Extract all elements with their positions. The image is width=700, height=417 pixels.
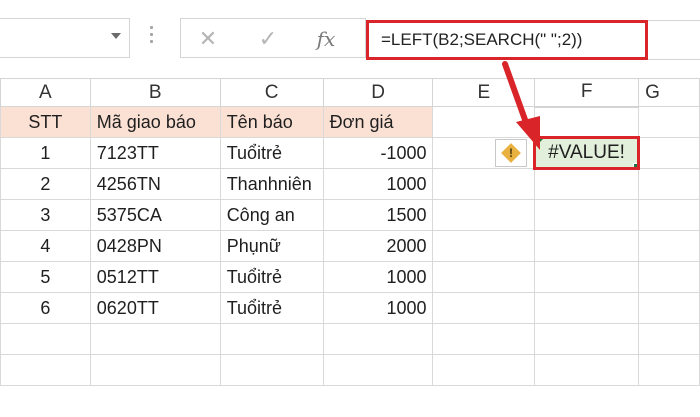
empty-cell[interactable] (432, 354, 536, 386)
table-row: 1 7123TT Tuổitrẻ -1000 ! #VALUE! (0, 136, 700, 170)
cell-don-gia[interactable]: -1000 (322, 137, 434, 169)
empty-cell[interactable] (89, 354, 221, 386)
enter-icon[interactable]: ✓ (253, 25, 283, 53)
cell-f[interactable] (534, 230, 640, 262)
empty-cell[interactable] (0, 323, 91, 355)
cell-don-gia[interactable]: 1500 (322, 199, 434, 231)
column-header-d[interactable]: D (322, 78, 434, 107)
table-header-row: STT Mã giao báo Tên báo Đơn giá (0, 106, 700, 138)
cell-f[interactable] (534, 261, 640, 293)
error-warning-button[interactable]: ! (495, 139, 528, 167)
result-value: #VALUE! (548, 142, 625, 163)
cell-stt[interactable]: 6 (0, 292, 91, 324)
cell-stt[interactable]: 2 (0, 168, 91, 200)
column-header-c[interactable]: C (219, 78, 324, 107)
table-row: 5 0512TT Tuổitrẻ 1000 (0, 261, 700, 293)
cell-f[interactable] (534, 199, 640, 231)
cell-don-gia[interactable]: 1000 (322, 292, 434, 324)
table-row: 3 5375CA Công an 1500 (0, 199, 700, 231)
cell-ma[interactable]: 0620TT (89, 292, 221, 324)
column-header-e[interactable]: E (432, 78, 536, 107)
cell-g1[interactable] (638, 106, 700, 138)
table-row: 2 4256TN Thanhniên 1000 (0, 168, 700, 200)
warning-icon: ! (501, 143, 522, 163)
column-header-g[interactable]: G (638, 78, 700, 107)
cell-ten[interactable]: Phụnữ (219, 230, 324, 262)
empty-cell[interactable] (534, 354, 640, 386)
cell-g[interactable] (638, 230, 700, 262)
cell-e[interactable] (432, 230, 536, 262)
error-triangle-icon (537, 140, 544, 146)
cell-f[interactable] (534, 168, 640, 200)
empty-row (0, 354, 700, 386)
cell-e[interactable] (432, 292, 536, 324)
table-row: 4 0428PN Phụnữ 2000 (0, 230, 700, 262)
cell-g[interactable] (638, 261, 700, 293)
cell-ma[interactable]: 4256TN (89, 168, 221, 200)
cell-e[interactable] (432, 199, 536, 231)
cell-ma[interactable]: 0512TT (89, 261, 221, 293)
cell-ma[interactable]: 0428PN (89, 230, 221, 262)
result-cell[interactable]: #VALUE! (533, 136, 641, 170)
cell-g[interactable] (638, 199, 700, 231)
cell-e2[interactable]: ! (432, 137, 536, 169)
cell-ten[interactable]: Tuổitrẻ (219, 261, 324, 293)
header-stt[interactable]: STT (0, 106, 91, 138)
cell-don-gia[interactable]: 1000 (322, 261, 434, 293)
formula-buttons: ✕ ✓ fx (180, 18, 366, 58)
cell-stt[interactable]: 4 (0, 230, 91, 262)
name-box-dropdown-icon[interactable] (111, 33, 121, 39)
cell-ten[interactable]: Tuổitrẻ (219, 137, 324, 169)
empty-cell[interactable] (432, 323, 536, 355)
name-box[interactable] (0, 18, 130, 58)
empty-cell[interactable] (638, 323, 700, 355)
fill-handle[interactable] (633, 163, 636, 166)
cell-stt[interactable]: 3 (0, 199, 91, 231)
formula-bar-extension[interactable] (648, 20, 700, 60)
table-row: 6 0620TT Tuổitrẻ 1000 (0, 292, 700, 324)
cell-ma[interactable]: 5375CA (89, 199, 221, 231)
column-header-row: A B C D E F G (0, 78, 700, 108)
cell-f[interactable] (534, 292, 640, 324)
empty-cell[interactable] (0, 354, 91, 386)
formula-toolbar: ✕ ✓ fx =LEFT(B2;SEARCH(" ";2)) (0, 0, 700, 78)
empty-cell[interactable] (89, 323, 221, 355)
cell-e[interactable] (432, 261, 536, 293)
worksheet-grid: A B C D E F G STT Mã giao báo Tên báo Đơ… (0, 78, 700, 386)
cell-g2[interactable] (638, 137, 700, 169)
insert-function-button[interactable]: fx (311, 25, 341, 53)
cell-ten[interactable]: Thanhniên (219, 168, 324, 200)
cell-ten[interactable]: Tuổitrẻ (219, 292, 324, 324)
formula-input[interactable]: =LEFT(B2;SEARCH(" ";2)) (366, 20, 648, 60)
empty-cell[interactable] (638, 354, 700, 386)
empty-row (0, 323, 700, 355)
empty-cell[interactable] (534, 323, 640, 355)
cell-stt[interactable]: 5 (0, 261, 91, 293)
empty-cell[interactable] (322, 323, 434, 355)
cancel-icon[interactable]: ✕ (193, 25, 223, 53)
empty-cell[interactable] (219, 354, 324, 386)
cell-g[interactable] (638, 292, 700, 324)
cell-g[interactable] (638, 168, 700, 200)
cell-ma[interactable]: 7123TT (89, 137, 221, 169)
cell-e[interactable] (432, 168, 536, 200)
resize-grip-icon[interactable] (150, 26, 154, 50)
empty-cell[interactable] (322, 354, 434, 386)
cell-don-gia[interactable]: 2000 (322, 230, 434, 262)
column-header-b[interactable]: B (89, 78, 221, 107)
cell-ten[interactable]: Công an (219, 199, 324, 231)
cell-stt[interactable]: 1 (0, 137, 91, 169)
cell-f1[interactable] (534, 106, 640, 138)
column-header-f[interactable]: F (534, 78, 640, 108)
header-don-gia[interactable]: Đơn giá (322, 106, 434, 138)
column-header-a[interactable]: A (0, 78, 91, 107)
header-ten-bao[interactable]: Tên báo (219, 106, 324, 138)
empty-cell[interactable] (219, 323, 324, 355)
header-ma-giao-bao[interactable]: Mã giao báo (89, 106, 221, 138)
cell-e1[interactable] (432, 106, 536, 138)
cell-don-gia[interactable]: 1000 (322, 168, 434, 200)
